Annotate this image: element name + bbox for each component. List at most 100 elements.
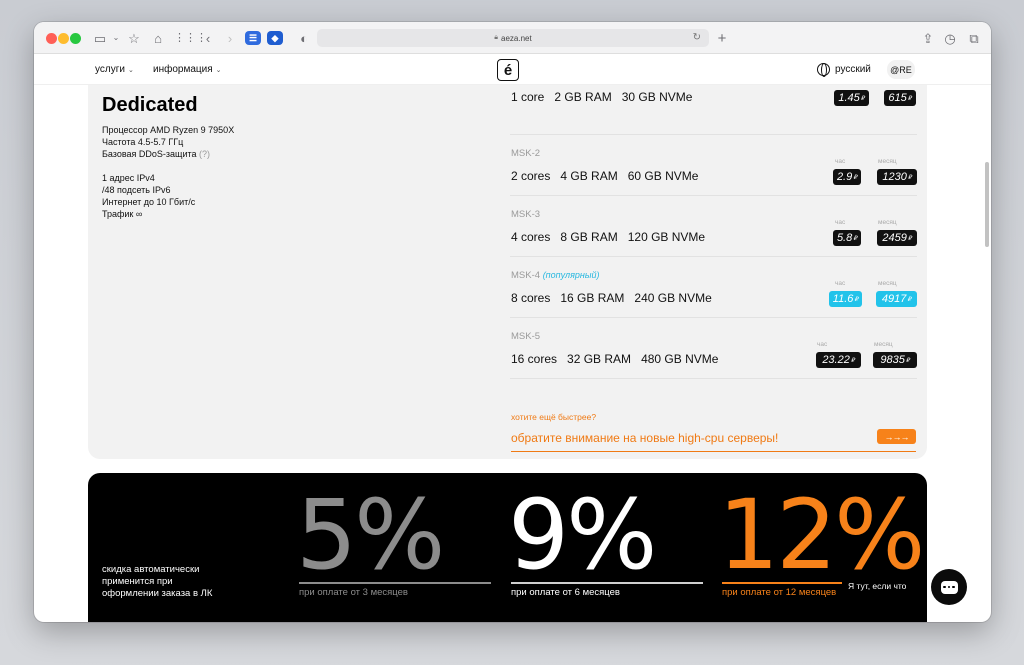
- nav-services-label: услуги: [95, 64, 125, 75]
- home-icon[interactable]: ⌂: [150, 29, 166, 47]
- new-tab-icon[interactable]: +: [714, 29, 730, 47]
- discount-note-line: применится при: [102, 576, 173, 587]
- plan-cores: 2 cores: [511, 169, 551, 183]
- price-hour-value: 11.6: [832, 293, 854, 305]
- url-text: aeza.net: [501, 33, 532, 43]
- plan-row-msk-1[interactable]: 1 core 2 GB RAM 30 GB NVMe 1.45 ₽ 615 ₽: [510, 75, 917, 135]
- back-icon[interactable]: ‹: [200, 29, 216, 47]
- price-hour: 23.22 ₽: [816, 352, 861, 368]
- price-month: 9835 ₽: [873, 352, 917, 368]
- price-month: 1230 ₽: [877, 169, 917, 185]
- nav-info[interactable]: информация ⌄: [153, 64, 222, 75]
- plan-row-msk-2[interactable]: MSK-2 2 cores 4 GB RAM 60 GB NVMe час меся…: [510, 135, 917, 196]
- spec-ddos: Базовая DDoS-защита (?): [102, 149, 210, 161]
- chevron-down-icon: ⌄: [215, 67, 222, 74]
- star-icon[interactable]: ☆: [126, 29, 142, 47]
- nav-services[interactable]: услуги ⌄: [95, 64, 134, 75]
- forward-icon[interactable]: ›: [222, 29, 238, 47]
- plan-name: MSK-4 (популярный): [511, 270, 599, 281]
- language-label: русский: [835, 64, 871, 75]
- price-hour: 5.8 ₽: [833, 230, 861, 246]
- plan-disk: 240 GB NVMe: [634, 291, 712, 305]
- chevron-down-icon[interactable]: ⌄: [108, 29, 124, 47]
- price-month-value: 615: [888, 92, 907, 104]
- currency-symbol: ₽: [860, 95, 865, 102]
- price-month-value: 1230: [882, 171, 907, 183]
- plan-specs: 16 cores 32 GB RAM 480 GB NVMe: [511, 352, 728, 366]
- browser-toolbar: ▭ ⌄ ☆ ⌂ ⋮⋮⋮ ‹ › ☰ ◆ ◐ 🔒︎ aeza.net ↻ + ⇪ …: [34, 22, 991, 54]
- plan-ram: 16 GB RAM: [560, 291, 625, 305]
- high-cpu-link[interactable]: обратите внимание на новые high-cpu серв…: [511, 431, 778, 445]
- shield-icon[interactable]: ◐: [296, 29, 312, 47]
- address-bar[interactable]: 🔒︎ aeza.net ↻: [317, 29, 709, 47]
- month-label: месяц: [878, 280, 897, 287]
- plan-name: MSK-3: [511, 209, 541, 220]
- plan-specs: 8 cores 16 GB RAM 240 GB NVMe: [511, 291, 722, 305]
- high-cpu-arrow-button[interactable]: →→→: [877, 429, 916, 444]
- minimize-window-button[interactable]: [58, 33, 69, 44]
- share-icon[interactable]: ⇪: [920, 29, 936, 47]
- page-scrollbar[interactable]: [985, 162, 989, 247]
- price-month: 615 ₽: [884, 90, 916, 106]
- currency-symbol: ₽: [907, 95, 912, 102]
- discount-note-line: оформлении заказа в ЛК: [102, 588, 213, 599]
- price-hour-value: 23.22: [822, 354, 850, 366]
- dedicated-card: Dedicated Процессор AMD Ryzen 9 7950X Ча…: [88, 85, 927, 459]
- plan-disk: 480 GB NVMe: [641, 352, 719, 366]
- plan-specs: 4 cores 8 GB RAM 120 GB NVMe: [511, 230, 715, 244]
- currency-symbol: ₽: [907, 296, 912, 303]
- currency-symbol: ₽: [905, 357, 910, 364]
- maximize-window-button[interactable]: [70, 33, 81, 44]
- close-window-button[interactable]: [46, 33, 57, 44]
- hour-label: час: [817, 341, 828, 348]
- plan-specs: 1 core 2 GB RAM 30 GB NVMe: [511, 90, 702, 104]
- discount-divider: [511, 582, 703, 584]
- plan-cores: 8 cores: [511, 291, 551, 305]
- discount-note: скидка автоматически применится при офор…: [102, 564, 212, 600]
- plan-disk: 60 GB NVMe: [627, 169, 699, 183]
- currency-symbol: ₽: [850, 357, 855, 364]
- currency-symbol: ₽: [853, 174, 858, 181]
- plan-ram: 32 GB RAM: [567, 352, 632, 366]
- plan-disk: 30 GB NVMe: [621, 90, 693, 104]
- discount-divider: [722, 582, 842, 584]
- plan-ram: 8 GB RAM: [560, 230, 618, 244]
- discount-divider: [299, 582, 491, 584]
- discount-caption-6m: при оплате от 6 месяцев: [511, 587, 620, 598]
- month-label: месяц: [874, 341, 893, 348]
- faster-question: хотите ещё быстрее?: [511, 412, 597, 422]
- history-icon[interactable]: ◷: [942, 29, 958, 47]
- spec-traffic: Трафик ∞: [102, 209, 143, 219]
- plan-row-msk-5[interactable]: MSK-5 16 cores 32 GB RAM 480 GB NVMe час м…: [510, 318, 917, 379]
- link-underline: [511, 451, 916, 452]
- discount-caption-12m: при оплате от 12 месяцев: [722, 587, 837, 598]
- discount-value-3m: 5%: [296, 479, 445, 591]
- plan-row-msk-4[interactable]: MSK-4 (популярный) 8 cores 16 GB RAM 240 G…: [510, 257, 917, 318]
- password-manager-icon[interactable]: ◆: [267, 31, 283, 45]
- plan-cores: 4 cores: [511, 230, 551, 244]
- hour-label: час: [835, 280, 846, 287]
- spec-ddos-label: Базовая DDoS-защита: [102, 149, 197, 159]
- plan-name-label: MSK-4: [511, 270, 541, 281]
- currency-symbol: ₽: [907, 174, 912, 181]
- month-label: месяц: [878, 219, 897, 226]
- price-hour-value: 1.45: [838, 92, 860, 104]
- plan-name: MSK-2: [511, 148, 541, 159]
- price-hour-value: 2.9: [836, 171, 853, 183]
- extension-icon[interactable]: ☰: [245, 31, 261, 45]
- tabs-overview-icon[interactable]: ⧉: [966, 29, 982, 47]
- sidebar-icon[interactable]: ▭: [92, 29, 108, 47]
- chat-tooltip: Я тут, если что: [848, 581, 907, 591]
- plan-disk: 120 GB NVMe: [627, 230, 706, 244]
- ddos-help-tooltip[interactable]: (?): [199, 149, 210, 159]
- plan-row-msk-3[interactable]: MSK-3 4 cores 8 GB RAM 120 GB NVMe час мес…: [510, 196, 917, 257]
- chat-button[interactable]: [931, 569, 967, 605]
- spec-ipv6: /48 подсеть IPv6: [102, 185, 171, 195]
- plan-cores: 16 cores: [511, 352, 558, 366]
- hour-label: час: [835, 158, 846, 165]
- price-month-value: 4917: [881, 293, 907, 305]
- spec-internet: Интернет до 10 Гбит/с: [102, 197, 196, 207]
- plan-cores: 1 core: [511, 90, 545, 104]
- nav-info-label: информация: [153, 64, 213, 75]
- reload-icon[interactable]: ↻: [693, 32, 701, 43]
